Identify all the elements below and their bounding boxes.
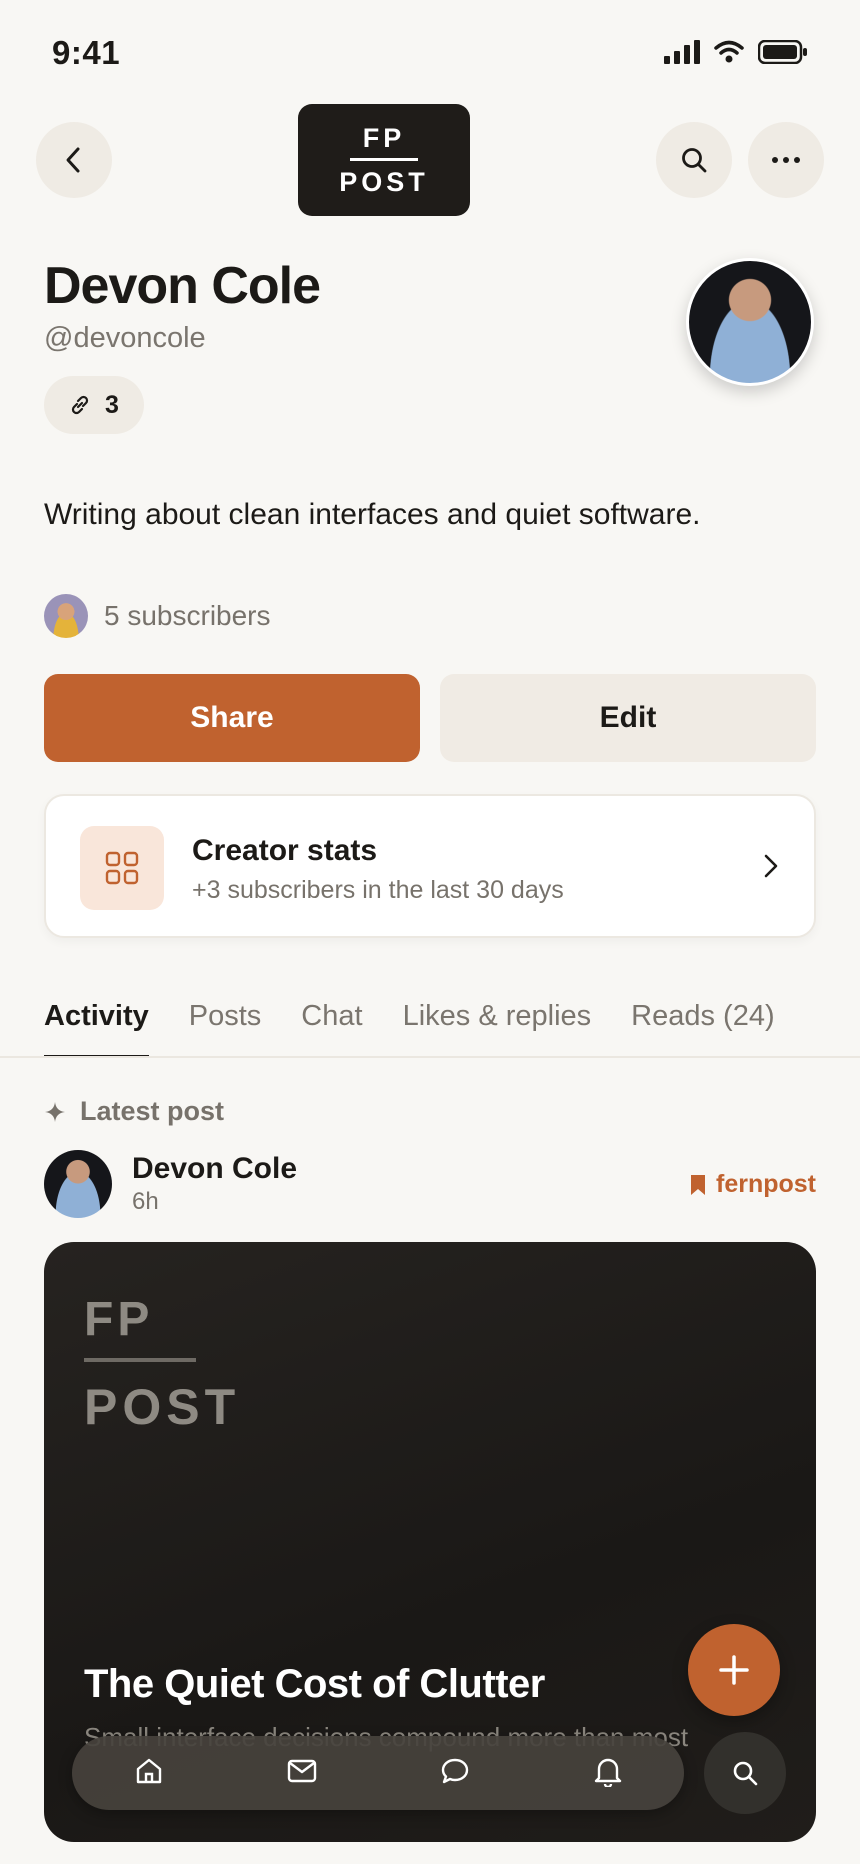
search-icon bbox=[682, 148, 707, 173]
search-icon bbox=[733, 1761, 758, 1786]
grid-icon bbox=[105, 851, 139, 885]
creator-stats-card[interactable]: Creator stats +3 subscribers in the last… bbox=[44, 794, 816, 938]
post-author-avatar[interactable] bbox=[44, 1150, 112, 1218]
stats-subtitle: +3 subscribers in the last 30 days bbox=[192, 876, 564, 904]
tab-likes-replies[interactable]: Likes & replies bbox=[403, 1000, 592, 1058]
nav-home[interactable] bbox=[134, 1756, 164, 1791]
subscriber-avatar bbox=[44, 594, 88, 638]
chevron-left-icon bbox=[66, 147, 80, 173]
status-time: 9:41 bbox=[52, 34, 121, 71]
latest-post-text: Latest post bbox=[80, 1096, 225, 1126]
battery-icon bbox=[758, 40, 807, 64]
tab-posts[interactable]: Posts bbox=[189, 1000, 262, 1058]
nav-inbox[interactable] bbox=[287, 1758, 317, 1789]
tab-chat[interactable]: Chat bbox=[301, 1000, 362, 1058]
search-button[interactable] bbox=[656, 122, 732, 198]
stats-icon-tile bbox=[80, 826, 164, 910]
logo-text-top: FP bbox=[362, 122, 406, 153]
sparkle-icon bbox=[45, 1101, 65, 1122]
edit-button[interactable]: Edit bbox=[440, 674, 816, 762]
signal-icon bbox=[664, 40, 700, 64]
profile-avatar[interactable] bbox=[686, 258, 814, 386]
share-button[interactable]: Share bbox=[44, 674, 420, 762]
latest-post-label: Latest post bbox=[44, 1096, 224, 1127]
links-chip[interactable]: 3 bbox=[44, 376, 144, 434]
chevron-right-icon bbox=[764, 854, 778, 878]
post-time: 6h bbox=[132, 1188, 159, 1215]
links-count: 3 bbox=[105, 390, 119, 419]
wifi-icon bbox=[714, 40, 744, 63]
more-button[interactable] bbox=[748, 122, 824, 198]
tab-activity[interactable]: Activity bbox=[44, 1000, 149, 1058]
post-cover-text-bottom: POST bbox=[84, 1379, 241, 1435]
nav-search-button[interactable] bbox=[704, 1732, 786, 1814]
publication-name: fernpost bbox=[716, 1170, 816, 1198]
bookmark-icon bbox=[691, 1174, 705, 1195]
bottom-nav bbox=[72, 1736, 684, 1810]
post-title: The Quiet Cost of Clutter bbox=[84, 1662, 545, 1706]
status-icons bbox=[664, 40, 808, 64]
plus-icon bbox=[719, 1655, 749, 1685]
nav-chat[interactable] bbox=[440, 1756, 470, 1791]
post-author[interactable]: Devon Cole bbox=[132, 1152, 297, 1186]
logo-text-bottom: POST bbox=[339, 166, 429, 197]
compose-button[interactable] bbox=[688, 1624, 780, 1716]
more-horizontal-icon bbox=[772, 157, 800, 163]
post-cover-text-top: FP bbox=[84, 1293, 154, 1346]
profile-handle: @devoncole bbox=[44, 322, 206, 354]
tabs-divider bbox=[0, 1056, 860, 1058]
subscribers-count[interactable]: 5 subscribers bbox=[104, 600, 271, 632]
back-button[interactable] bbox=[36, 122, 112, 198]
post-publication[interactable]: fernpost bbox=[690, 1170, 816, 1199]
tab-reads[interactable]: Reads (24) bbox=[631, 1000, 774, 1058]
stats-title: Creator stats bbox=[192, 834, 378, 867]
chat-bubble-icon bbox=[441, 1758, 468, 1783]
logo-divider bbox=[350, 157, 418, 161]
profile-tabs: Activity Posts Chat Likes & replies Read… bbox=[44, 1000, 775, 1058]
link-icon bbox=[71, 395, 89, 415]
profile-name: Devon Cole bbox=[44, 257, 321, 315]
home-icon bbox=[136, 1758, 161, 1783]
publication-logo[interactable]: FP POST bbox=[298, 104, 470, 216]
post-cover-divider bbox=[84, 1358, 196, 1362]
bell-icon bbox=[594, 1758, 621, 1788]
profile-bio: Writing about clean interfaces and quiet… bbox=[44, 498, 701, 531]
mail-icon bbox=[287, 1759, 316, 1782]
nav-notifications[interactable] bbox=[593, 1755, 623, 1792]
